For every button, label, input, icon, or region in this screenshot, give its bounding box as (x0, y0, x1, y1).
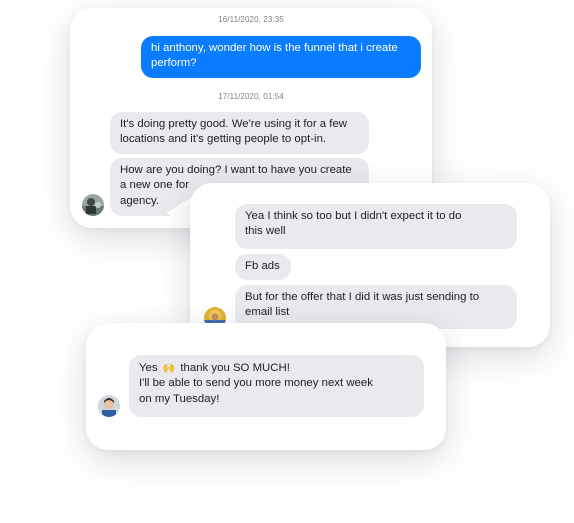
clapping-hands-emoji: 🙌 (162, 363, 176, 374)
message-text: Yes 🙌 thank you SO MUCH! (139, 361, 414, 376)
message-text: It's doing pretty good. We're using it f… (120, 118, 348, 130)
message-text: this well (245, 225, 286, 238)
message-text: perform? (151, 57, 197, 70)
timestamp: 17/11/2020, 01:54 (218, 92, 284, 101)
avatar-photo-icon (82, 194, 104, 216)
message-text: How are you doing? I want to have you cr… (120, 164, 352, 176)
incoming-message: It's doing pretty good. We're using it f… (110, 112, 369, 154)
incoming-message: Fb ads (235, 254, 291, 280)
message-text: thank you SO MUCH! (180, 362, 290, 374)
incoming-message: Yes 🙌 thank you SO MUCH! I'll be able to… (129, 355, 424, 417)
message-text: I'll be able to send you more money next… (139, 377, 373, 390)
outgoing-message: hi anthony, wonder how is the funnel tha… (141, 36, 421, 78)
message-text: locations and it's getting people to opt… (120, 133, 327, 146)
avatar (82, 194, 104, 216)
card-2-tail (166, 197, 192, 229)
testimonial-stage: 16/11/2020, 23:35 hi anthony, wonder how… (0, 0, 574, 523)
message-text: hi anthony, wonder how is the funnel tha… (151, 42, 398, 54)
avatar (98, 395, 120, 417)
message-text: Yea I think so too but I didn't expect i… (245, 210, 462, 222)
message-text: on my Tuesday! (139, 392, 220, 405)
message-text: Yes (139, 362, 158, 374)
message-text: email list (245, 306, 290, 319)
timestamp: 16/11/2020, 23:35 (218, 15, 284, 24)
message-text: Fb ads (245, 260, 280, 272)
avatar-photo-icon (98, 395, 120, 417)
incoming-message: Yea I think so too but I didn't expect i… (235, 204, 517, 249)
message-text: But for the offer that I did it was just… (245, 291, 480, 303)
chat-card-3: Yes 🙌 thank you SO MUCH! I'll be able to… (86, 323, 446, 450)
